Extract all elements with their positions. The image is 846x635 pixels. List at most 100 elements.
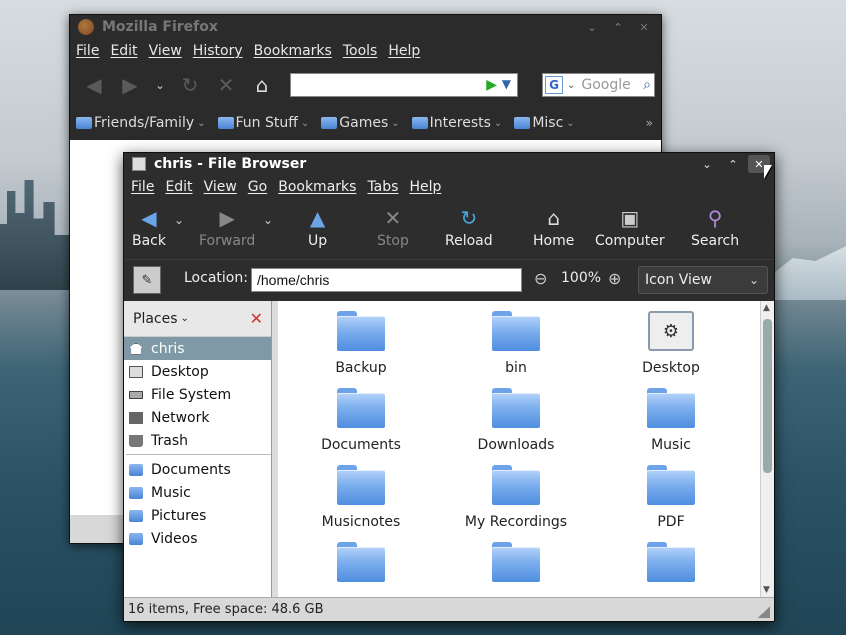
url-dropdown-icon[interactable]: ▼	[502, 77, 511, 91]
menu-edit[interactable]: Edit	[110, 43, 137, 59]
vertical-scrollbar[interactable]: ▲ ▼	[760, 301, 774, 597]
zoom-in-icon[interactable]: ⊕	[608, 269, 621, 288]
sidebar-item-documents[interactable]: Documents	[124, 458, 271, 481]
forward-arrow-icon[interactable]: ▶	[116, 71, 144, 99]
go-arrow-icon[interactable]: ▶	[486, 77, 497, 93]
file-item-bin[interactable]: bin	[451, 311, 581, 376]
stop-icon[interactable]: ✕	[212, 71, 240, 99]
menu-view[interactable]: View	[204, 179, 237, 195]
bookmark-folder[interactable]: Fun Stuff ⌄	[217, 115, 310, 131]
bookmark-label: Friends/Family	[94, 115, 195, 131]
desktop-wallpaper-ice	[770, 246, 846, 300]
magnifier-icon[interactable]: ⌕	[643, 77, 651, 93]
scrollbar-thumb[interactable]	[763, 319, 772, 473]
reload-icon: ↻	[460, 206, 478, 230]
sidebar-item-label: Videos	[151, 530, 198, 547]
close-sidebar-icon[interactable]: ✕	[250, 309, 263, 328]
sidebar-item-chris[interactable]: chris	[124, 337, 271, 360]
chevron-down-icon: ⌄	[300, 117, 310, 129]
home-icon[interactable]: ⌂	[248, 71, 276, 99]
file-item-my-recordings[interactable]: My Recordings	[451, 465, 581, 530]
bookmark-folder[interactable]: Interests ⌄	[411, 115, 502, 131]
folder-icon	[492, 388, 540, 428]
chevron-down-icon[interactable]: ⌄	[181, 313, 189, 324]
scroll-down-icon[interactable]: ▼	[763, 585, 770, 595]
sidebar-item-trash[interactable]: Trash	[124, 429, 271, 452]
forward-button[interactable]: ▶ Forward	[199, 205, 255, 249]
file-item-desktop[interactable]: ⚙ Desktop	[606, 311, 736, 376]
search-button[interactable]: ⚲ Search	[691, 205, 739, 249]
toggle-location-icon[interactable]: ✎	[133, 266, 161, 294]
computer-label: Computer	[595, 233, 665, 249]
sidebar-item-file-system[interactable]: File System	[124, 383, 271, 406]
sidebar-item-videos[interactable]: Videos	[124, 527, 271, 550]
scroll-up-icon[interactable]: ▲	[763, 303, 770, 313]
search-bar[interactable]: G ⌄ Google ⌕	[542, 73, 655, 97]
file-item[interactable]	[606, 542, 736, 591]
menu-file[interactable]: File	[131, 179, 154, 195]
file-item-pdf[interactable]: PDF	[606, 465, 736, 530]
zoom-out-icon[interactable]: ⊖	[534, 269, 547, 288]
menu-tabs[interactable]: Tabs	[367, 179, 398, 195]
folder-icon	[647, 465, 695, 505]
sidebar-item-music[interactable]: Music	[124, 481, 271, 504]
icon-view[interactable]: Backup bin ⚙ Desktop Documents Downloads…	[278, 301, 760, 597]
menu-file[interactable]: File	[76, 43, 99, 59]
file-item-backup[interactable]: Backup	[296, 311, 426, 376]
stop-button[interactable]: ✕ Stop	[377, 205, 409, 249]
bookmark-folder[interactable]: Misc ⌄	[514, 115, 575, 131]
forward-history-dropdown-icon[interactable]: ⌄	[263, 213, 273, 227]
reload-icon[interactable]: ↻	[176, 71, 204, 99]
resize-grip-icon[interactable]	[758, 606, 770, 618]
history-dropdown-icon[interactable]: ⌄	[152, 71, 168, 99]
reload-button[interactable]: ↻ Reload	[445, 205, 493, 249]
close-icon[interactable]: ✕	[633, 18, 655, 36]
file-browser-titlebar[interactable]: chris - File Browser ⌄ ⌃ ✕	[124, 153, 774, 175]
file-item-music[interactable]: Music	[606, 388, 736, 453]
file-item-documents[interactable]: Documents	[296, 388, 426, 453]
file-item-musicnotes[interactable]: Musicnotes	[296, 465, 426, 530]
google-engine-icon[interactable]: G	[545, 76, 563, 94]
menu-bookmarks[interactable]: Bookmarks	[278, 179, 356, 195]
chevron-down-icon: ⌄	[748, 273, 759, 287]
menu-view[interactable]: View	[149, 43, 182, 59]
places-dropdown[interactable]: Places	[133, 311, 178, 327]
menu-help[interactable]: Help	[388, 43, 420, 59]
home-button[interactable]: ⌂ Home	[533, 205, 574, 249]
sidebar-item-pictures[interactable]: Pictures	[124, 504, 271, 527]
location-input[interactable]	[251, 268, 522, 292]
back-history-dropdown-icon[interactable]: ⌄	[174, 213, 184, 227]
up-button[interactable]: ▲ Up	[308, 205, 327, 249]
file-item-downloads[interactable]: Downloads	[451, 388, 581, 453]
folder-icon	[337, 542, 385, 582]
menu-edit[interactable]: Edit	[165, 179, 192, 195]
maximize-icon[interactable]: ⌃	[722, 155, 744, 173]
file-browser-window[interactable]: chris - File Browser ⌄ ⌃ ✕ File Edit Vie…	[123, 152, 775, 622]
bookmark-folder[interactable]: Friends/Family ⌄	[76, 115, 206, 131]
bookmarks-overflow[interactable]: »	[646, 116, 653, 130]
back-arrow-icon[interactable]: ◀	[80, 71, 108, 99]
file-item-label: PDF	[657, 514, 685, 530]
file-item-label: My Recordings	[464, 514, 568, 530]
menu-tools[interactable]: Tools	[343, 43, 378, 59]
menu-help[interactable]: Help	[409, 179, 441, 195]
bookmarks-toolbar: Friends/Family ⌄ Fun Stuff ⌄ Games ⌄ Intere…	[70, 107, 661, 139]
back-button[interactable]: ◀ Back	[132, 205, 166, 249]
menu-history[interactable]: History	[193, 43, 243, 59]
menu-bookmarks[interactable]: Bookmarks	[254, 43, 332, 59]
sidebar-item-desktop[interactable]: Desktop	[124, 360, 271, 383]
menu-go[interactable]: Go	[248, 179, 267, 195]
minimize-icon[interactable]: ⌄	[581, 18, 603, 36]
maximize-icon[interactable]: ⌃	[607, 18, 629, 36]
network-icon	[129, 411, 143, 424]
firefox-titlebar[interactable]: Mozilla Firefox ⌄ ⌃ ✕	[70, 15, 661, 39]
url-bar[interactable]: ▶ ▼	[290, 73, 518, 97]
minimize-icon[interactable]: ⌄	[696, 155, 718, 173]
view-mode-select[interactable]: Icon View ⌄	[638, 266, 768, 294]
computer-button[interactable]: ▣ Computer	[595, 205, 665, 249]
engine-dropdown-icon[interactable]: ⌄	[567, 80, 575, 91]
sidebar-item-network[interactable]: Network	[124, 406, 271, 429]
file-item[interactable]	[296, 542, 426, 591]
file-item[interactable]	[451, 542, 581, 591]
bookmark-folder[interactable]: Games ⌄	[321, 115, 400, 131]
